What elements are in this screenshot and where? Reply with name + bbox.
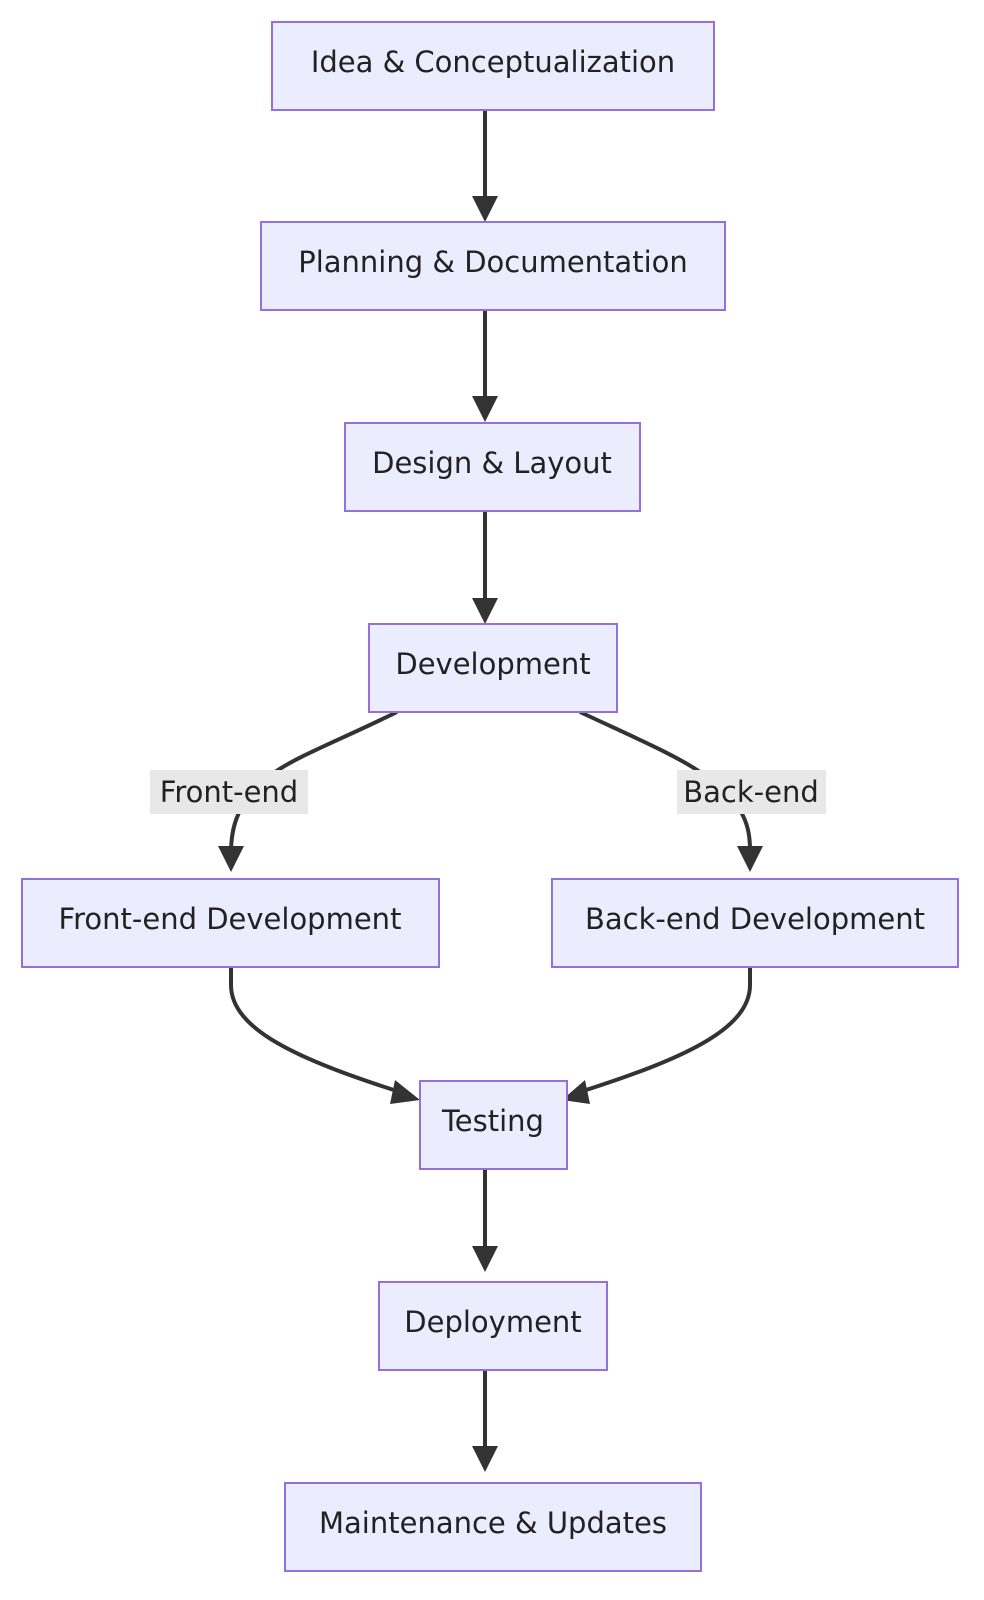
node-label: Maintenance & Updates xyxy=(319,1506,667,1540)
node-maintenance-updates[interactable]: Maintenance & Updates xyxy=(284,1482,702,1572)
edge-testing-to-deployment xyxy=(472,1160,498,1272)
node-planning-documentation[interactable]: Planning & Documentation xyxy=(260,221,726,311)
edge-backend-to-testing xyxy=(562,962,752,1104)
arrowhead-icon xyxy=(472,196,498,222)
node-label: Deployment xyxy=(404,1305,581,1339)
arrowhead-icon xyxy=(472,598,498,624)
node-back-end-development[interactable]: Back-end Development xyxy=(551,878,959,968)
edge-idea-to-planning xyxy=(472,110,498,222)
edge-frontend-to-testing xyxy=(229,962,420,1104)
arrowhead-icon xyxy=(737,846,763,872)
edge-design-to-development xyxy=(472,512,498,624)
node-label: Front-end Development xyxy=(59,902,402,936)
edge-label-text: Back-end xyxy=(683,775,819,809)
edge-line xyxy=(229,962,401,1094)
edge-deployment-to-maintenance xyxy=(472,1360,498,1472)
arrowhead-icon xyxy=(218,846,244,872)
arrowhead-icon xyxy=(472,1246,498,1272)
node-label: Design & Layout xyxy=(372,446,612,480)
edge-planning-to-design xyxy=(472,310,498,422)
node-label: Development xyxy=(395,647,590,681)
node-label: Idea & Conceptualization xyxy=(311,45,675,79)
arrowhead-icon xyxy=(390,1080,420,1104)
node-testing[interactable]: Testing xyxy=(419,1080,568,1170)
node-deployment[interactable]: Deployment xyxy=(378,1281,608,1371)
flowchart-diagram: Front-end Back-end Idea & Conceptualizat… xyxy=(21,21,959,1572)
edge-label-back-end: Back-end xyxy=(677,770,826,814)
node-front-end-development[interactable]: Front-end Development xyxy=(21,878,440,968)
node-label: Back-end Development xyxy=(585,902,925,936)
node-label: Planning & Documentation xyxy=(298,245,688,279)
arrowhead-icon xyxy=(472,1446,498,1472)
node-design-layout[interactable]: Design & Layout xyxy=(344,422,641,512)
edge-line xyxy=(579,962,752,1094)
node-label: Testing xyxy=(441,1104,544,1138)
node-idea-conceptualization[interactable]: Idea & Conceptualization xyxy=(271,21,715,111)
edge-label-front-end: Front-end xyxy=(150,770,308,814)
node-development[interactable]: Development xyxy=(368,623,618,713)
arrowhead-icon xyxy=(472,396,498,422)
edge-label-text: Front-end xyxy=(160,775,298,809)
